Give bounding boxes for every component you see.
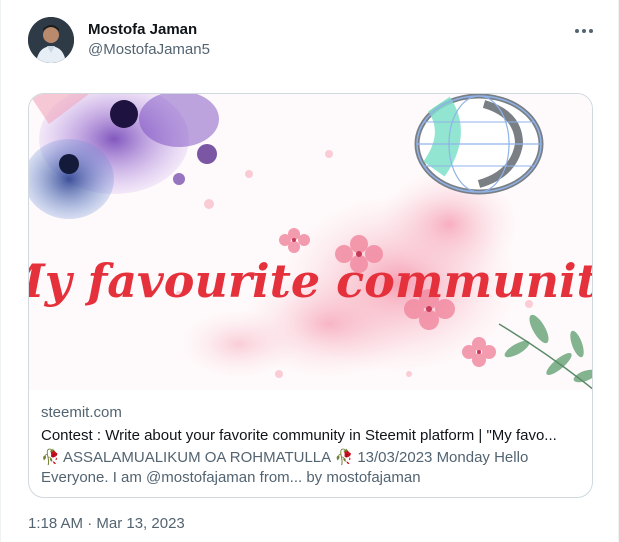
- more-options-icon[interactable]: [569, 18, 599, 44]
- card-description: 🥀 ASSALAMUALIKUM OA ROHMATULLA 🥀 13/03/2…: [41, 449, 529, 486]
- author-name[interactable]: Mostofa Jaman: [88, 21, 197, 38]
- card-body[interactable]: steemit.com Contest : Write about your f…: [41, 403, 580, 488]
- card-title: Contest : Write about your favorite comm…: [41, 427, 557, 444]
- card-image[interactable]: “My favourite community”: [29, 94, 593, 390]
- card-image-headline: “My favourite community”: [29, 254, 593, 308]
- link-card[interactable]: “My favourite community” steemit.com Con…: [28, 93, 593, 498]
- tweet-timestamp[interactable]: 1:18 AM · Mar 13, 2023: [28, 515, 185, 532]
- card-domain: steemit.com: [41, 404, 122, 421]
- author-handle[interactable]: @MostofaJaman5: [88, 41, 210, 58]
- tweet: Mostofa Jaman @MostofaJaman5 y favourite…: [0, 0, 619, 542]
- avatar[interactable]: [28, 17, 74, 63]
